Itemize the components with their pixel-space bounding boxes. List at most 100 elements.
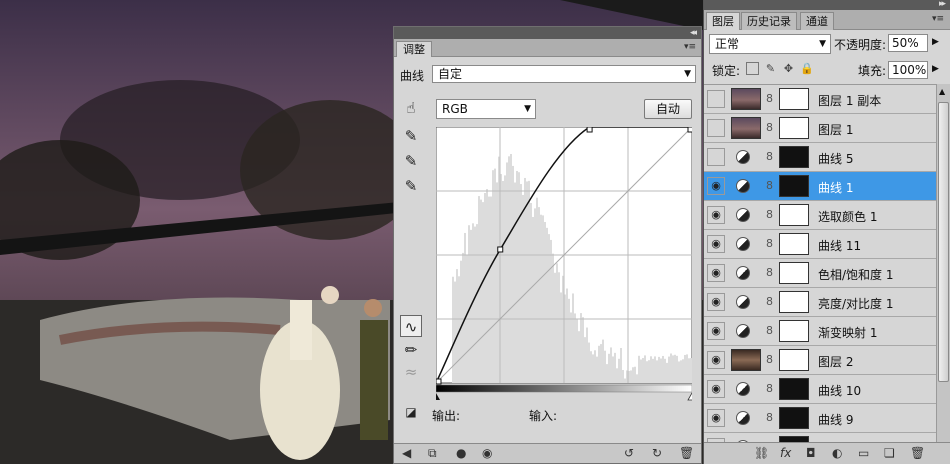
opacity-arrow-icon[interactable]: ▶: [932, 37, 939, 47]
layer-mask-thumbnail[interactable]: [779, 175, 809, 197]
layer-name[interactable]: 图层 2: [818, 353, 853, 370]
layer-name[interactable]: 图层 1 副本: [818, 92, 881, 109]
fill-input[interactable]: 100%: [888, 61, 928, 79]
gray-eyedropper-icon[interactable]: ✎: [400, 150, 422, 172]
link-layers-icon[interactable]: ⛓: [754, 446, 769, 460]
channel-dropdown[interactable]: RGB ▼: [436, 99, 536, 119]
scroll-up-icon[interactable]: ▲: [939, 87, 945, 96]
adjustment-layer-icon[interactable]: [736, 411, 750, 425]
scrollbar-thumb[interactable]: [938, 102, 949, 382]
visibility-eye-icon[interactable]: ◉: [707, 148, 725, 166]
back-arrow-icon[interactable]: ◀: [402, 446, 411, 460]
link-chain-icon[interactable]: 8: [766, 179, 773, 192]
adjustment-layer-icon[interactable]: [736, 179, 750, 193]
clip-layer-icon[interactable]: ●: [456, 446, 466, 460]
visibility-icon[interactable]: ◉: [482, 446, 492, 460]
reset-icon[interactable]: ↻: [652, 446, 662, 460]
lock-move-icon[interactable]: ✥: [782, 62, 795, 75]
layer-mask-thumbnail[interactable]: [779, 233, 809, 255]
layer-mask-thumbnail[interactable]: [779, 291, 809, 313]
link-chain-icon[interactable]: 8: [766, 150, 773, 163]
add-mask-icon[interactable]: ◘: [806, 446, 816, 460]
curve-control-point[interactable]: [587, 127, 592, 132]
link-chain-icon[interactable]: 8: [766, 411, 773, 424]
hand-adjust-icon[interactable]: ☝: [400, 97, 422, 119]
visibility-eye-icon[interactable]: ◉: [707, 409, 725, 427]
layer-row[interactable]: ◉ 8 曲线 10: [704, 375, 936, 404]
adjustment-layer-icon[interactable]: [736, 150, 750, 164]
layer-row[interactable]: ◉8曲线 8: [704, 433, 936, 442]
smooth-icon[interactable]: ≈: [400, 361, 422, 383]
adjustment-layer-icon[interactable]: [736, 266, 750, 280]
view-mode-icon[interactable]: ⧉: [428, 446, 437, 461]
link-chain-icon[interactable]: 8: [766, 92, 773, 105]
curve-graph[interactable]: [436, 127, 692, 401]
link-chain-icon[interactable]: 8: [766, 353, 773, 366]
visibility-eye-icon[interactable]: ◉: [707, 90, 725, 108]
lock-all-icon[interactable]: 🔒: [800, 62, 813, 75]
white-point-slider[interactable]: [688, 393, 692, 400]
lock-brush-icon[interactable]: ✎: [764, 62, 777, 75]
layer-name[interactable]: 亮度/对比度 1: [818, 295, 894, 312]
delete-layer-icon[interactable]: 🗑: [910, 446, 925, 460]
new-group-icon[interactable]: ▭: [858, 446, 869, 460]
adjustments-titlebar[interactable]: ◂◂: [394, 27, 701, 39]
layer-mask-thumbnail[interactable]: [779, 117, 809, 139]
layer-row[interactable]: ◉ 8 图层 1 副本: [704, 85, 936, 114]
curve-control-point[interactable]: [498, 247, 503, 252]
tab-channels[interactable]: 通道: [800, 12, 834, 30]
link-chain-icon[interactable]: 8: [766, 121, 773, 134]
link-chain-icon[interactable]: 8: [766, 295, 773, 308]
layer-thumbnail[interactable]: [731, 117, 761, 139]
collapse-icon[interactable]: ▸▸: [939, 0, 944, 9]
layer-row[interactable]: ◉ 8 曲线 1: [704, 172, 936, 201]
layer-row[interactable]: ◉ 8 曲线 11: [704, 230, 936, 259]
layer-row[interactable]: ◉ 8 图层 1: [704, 114, 936, 143]
link-chain-icon[interactable]: 8: [766, 382, 773, 395]
layers-scrollbar[interactable]: ▲: [936, 84, 950, 442]
curve-control-point[interactable]: [436, 379, 441, 384]
layer-mask-thumbnail[interactable]: [779, 146, 809, 168]
white-eyedropper-icon[interactable]: ✎: [400, 175, 422, 197]
layer-mask-thumbnail[interactable]: [779, 262, 809, 284]
layer-name[interactable]: 曲线 10: [818, 382, 861, 399]
black-eyedropper-icon[interactable]: ✎: [400, 125, 422, 147]
visibility-eye-icon[interactable]: ◉: [707, 177, 725, 195]
layer-row[interactable]: ◉ 8 图层 2: [704, 346, 936, 375]
layer-mask-thumbnail[interactable]: [779, 88, 809, 110]
auto-button[interactable]: 自动: [644, 99, 692, 119]
layer-name[interactable]: 渐变映射 1: [818, 324, 877, 341]
link-chain-icon[interactable]: 8: [766, 237, 773, 250]
visibility-eye-icon[interactable]: ◉: [707, 293, 725, 311]
visibility-eye-icon[interactable]: ◉: [707, 380, 725, 398]
lock-transparent-icon[interactable]: [746, 62, 759, 75]
layer-name[interactable]: 选取颜色 1: [818, 208, 877, 225]
tab-layers[interactable]: 图层: [706, 12, 740, 30]
collapse-icon[interactable]: ◂◂: [690, 27, 695, 39]
layer-name[interactable]: 曲线 11: [818, 237, 861, 254]
layer-style-icon[interactable]: fx: [780, 446, 791, 460]
visibility-eye-icon[interactable]: ◉: [707, 235, 725, 253]
layer-name[interactable]: 曲线 9: [818, 411, 853, 428]
layer-row[interactable]: ◉ 8 色相/饱和度 1: [704, 259, 936, 288]
blend-mode-dropdown[interactable]: 正常 ▼: [709, 34, 831, 54]
preset-dropdown[interactable]: 自定 ▼: [432, 65, 696, 83]
layer-mask-thumbnail[interactable]: [779, 349, 809, 371]
black-point-slider[interactable]: [436, 393, 440, 400]
layer-row[interactable]: ◉ 8 选取颜色 1: [704, 201, 936, 230]
adjustment-layer-icon[interactable]: [736, 382, 750, 396]
layer-name[interactable]: 曲线 1: [818, 179, 853, 196]
tab-adjustments[interactable]: 调整: [396, 41, 432, 57]
layer-row[interactable]: ◉ 8 曲线 9: [704, 404, 936, 433]
opacity-input[interactable]: 50%: [888, 34, 928, 52]
layer-mask-thumbnail[interactable]: [779, 407, 809, 429]
new-layer-icon[interactable]: ❏: [884, 446, 895, 460]
link-chain-icon[interactable]: 8: [766, 208, 773, 221]
link-chain-icon[interactable]: 8: [766, 266, 773, 279]
adjustment-layer-icon[interactable]: [736, 237, 750, 251]
trash-icon[interactable]: 🗑: [679, 446, 694, 460]
curve-control-point[interactable]: [688, 127, 692, 132]
layer-row[interactable]: ◉ 8 亮度/对比度 1: [704, 288, 936, 317]
new-adjustment-icon[interactable]: ◐: [832, 446, 842, 460]
layers-titlebar[interactable]: ▸▸: [704, 0, 950, 10]
